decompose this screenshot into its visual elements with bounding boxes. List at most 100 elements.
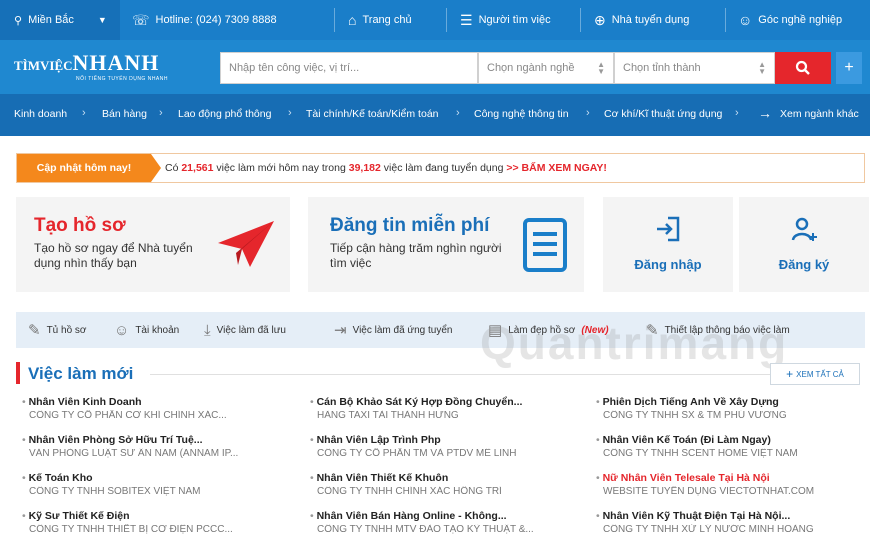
- nav-career-label: Góc nghề nghiệp: [758, 14, 843, 26]
- job-item[interactable]: Cán Bộ Khảo Sát Ký Hợp Đồng Chuyển... HÃ…: [310, 396, 580, 421]
- home-icon: ⌂: [348, 12, 357, 28]
- hotline-label: Hotline: (024) 7309 8888: [155, 14, 277, 26]
- advanced-search-button[interactable]: +: [836, 52, 862, 84]
- job-title[interactable]: Kế Toán Kho: [22, 472, 292, 484]
- hotline[interactable]: ☏ Hotline: (024) 7309 8888: [132, 0, 277, 40]
- create-cv-subtitle: Tạo hồ sơ ngay để Nhà tuyển dụng nhìn th…: [34, 241, 193, 270]
- post-job-card[interactable]: Đăng tin miễn phí Tiếp cận hàng trăm ngh…: [308, 197, 584, 292]
- category-item[interactable]: Công nghệ thông tin: [474, 108, 569, 120]
- category-item[interactable]: Cơ khí/Kĩ thuật ứng dụng: [604, 108, 722, 120]
- job-company: CÔNG TY CỔ PHẦN TM VÀ PTDV MÊ LINH: [317, 448, 517, 459]
- update-tag-label: Cập nhật hôm nay!: [36, 162, 132, 174]
- create-cv-card[interactable]: Tạo hồ sơ Tạo hồ sơ ngay để Nhà tuyển dụ…: [16, 197, 290, 292]
- job-title[interactable]: Phiên Dịch Tiếng Anh Về Xây Dựng: [596, 396, 866, 408]
- city-select[interactable]: Chọn tỉnh thành ▲ ▼: [614, 52, 775, 84]
- my-cv-link[interactable]: ✎ Tủ hồ sơ: [28, 312, 87, 348]
- industry-placeholder: Chọn ngành nghề: [487, 62, 575, 74]
- job-item[interactable]: Kế Toán Kho CÔNG TY TNHH SOBITEX VIỆT NA…: [22, 472, 292, 497]
- view-all-button[interactable]: + XEM TẤT CẢ: [770, 363, 860, 385]
- job-title[interactable]: Cán Bộ Khảo Sát Ký Hợp Đồng Chuyển...: [310, 396, 580, 408]
- chevron-right-icon: ›: [735, 107, 739, 119]
- nav-career[interactable]: ☺ Góc nghề nghiệp: [738, 0, 842, 40]
- saved-jobs-link[interactable]: ⤓ Việc làm đã lưu: [204, 312, 286, 348]
- job-company: HÃNG TAXI TÀI THÀNH HƯNG: [317, 410, 459, 421]
- region-label: Miền Bắc: [28, 14, 74, 26]
- job-item[interactable]: Nữ Nhân Viên Telesale Tại Hà Nội WEBSITE…: [596, 472, 866, 497]
- more-categories-link[interactable]: Xem ngành khác: [780, 108, 859, 120]
- applied-jobs-link[interactable]: ⇥ Việc làm đã ứng tuyển: [334, 312, 452, 348]
- job-company: CÔNG TY TNHH SOBITEX VIỆT NAM: [29, 486, 201, 497]
- section-divider: [150, 374, 790, 375]
- account-label: Tài khoản: [135, 324, 180, 336]
- category-item[interactable]: Lao động phổ thông: [178, 108, 271, 120]
- region-selector[interactable]: ⚲ Miền Bắc ▼: [0, 0, 120, 40]
- job-title[interactable]: Nhân Viên Thiết Kế Khuôn: [310, 472, 580, 484]
- plus-icon: +: [786, 367, 794, 381]
- saved-jobs-label: Việc làm đã lưu: [216, 324, 286, 336]
- job-item[interactable]: Kỹ Sư Thiết Kế Điện CÔNG TY TNHH THIẾT B…: [22, 510, 292, 535]
- job-company: CÔNG TY TNHH MTV ĐÀO TẠO KỸ THUẬT &...: [317, 524, 534, 535]
- add-user-icon: [739, 215, 869, 250]
- job-item[interactable]: Nhân Viên Bán Hàng Online - Không... CÔN…: [310, 510, 580, 535]
- view-all-label: XEM TẤT CẢ: [796, 369, 844, 379]
- document-icon: [523, 218, 567, 272]
- job-title[interactable]: Nhân Viên Lập Trình Php: [310, 434, 580, 446]
- keyword-input[interactable]: Nhập tên công việc, vị trí...: [220, 52, 478, 84]
- job-company: WEBSITE TUYỂN DỤNG VIECTOTNHAT.COM: [603, 486, 815, 497]
- job-title[interactable]: Nhân Viên Kỹ Thuật Điện Tại Hà Nội...: [596, 510, 866, 522]
- job-title[interactable]: Kỹ Sư Thiết Kế Điện: [22, 510, 292, 522]
- account-link[interactable]: ☺ Tài khoản: [114, 312, 179, 348]
- register-card[interactable]: Đăng ký: [739, 197, 869, 292]
- section-accent: [16, 362, 20, 384]
- job-title[interactable]: Nhân Viên Kế Toán (Đi Làm Ngay): [596, 434, 866, 446]
- nav-home-label: Trang chủ: [362, 14, 412, 26]
- logo-text-b: NHANH: [72, 50, 160, 75]
- chevron-right-icon: ›: [288, 107, 292, 119]
- update-text-part: việc làm đang tuyển dụng: [380, 162, 507, 174]
- search-person-icon: ⊕: [594, 11, 606, 28]
- category-item[interactable]: Kinh doanh: [14, 108, 67, 120]
- chevron-right-icon: ›: [456, 107, 460, 119]
- update-banner: Cập nhật hôm nay! Có 21,561 việc làm mới…: [16, 153, 865, 183]
- job-title[interactable]: Nữ Nhân Viên Telesale Tại Hà Nội: [596, 472, 866, 484]
- job-item[interactable]: Nhân Viên Kế Toán (Đi Làm Ngay) CÔNG TY …: [596, 434, 866, 459]
- post-job-subtitle: Tiếp cận hàng trăm nghìn người tìm việc: [330, 241, 502, 270]
- divider: [334, 8, 335, 32]
- job-item[interactable]: Nhân Viên Phòng Sở Hữu Trí Tuệ... VĂN PH…: [22, 434, 292, 459]
- plus-icon: +: [844, 59, 854, 76]
- job-item[interactable]: Phiên Dịch Tiếng Anh Về Xây Dựng CÔNG TY…: [596, 396, 866, 421]
- job-company: VĂN PHÒNG LUẬT SƯ ÂN NAM (ANNAM IP...: [29, 448, 239, 459]
- applied-jobs-label: Việc làm đã ứng tuyển: [352, 324, 453, 336]
- category-item[interactable]: Tài chính/Kế toán/Kiểm toán: [306, 108, 439, 120]
- job-item[interactable]: Nhân Viên Kỹ Thuật Điện Tại Hà Nội... CÔ…: [596, 510, 866, 535]
- select-arrows-icon: ▲ ▼: [597, 60, 605, 76]
- nav-employer[interactable]: ⊕ Nhà tuyển dụng: [594, 0, 689, 40]
- view-now-link[interactable]: >> BẤM XEM NGAY!: [506, 162, 607, 174]
- logo-tagline: NỐI TIẾNG TUYỂN DỤNG NHANH: [76, 76, 168, 82]
- job-company: CÔNG TY TNHH SX & TM PHÚ VƯƠNG: [603, 410, 787, 421]
- job-item[interactable]: Nhân Viên Lập Trình Php CÔNG TY CỔ PHẦN …: [310, 434, 580, 459]
- chevron-right-icon: ›: [159, 107, 163, 119]
- nav-jobseeker[interactable]: ☰ Người tìm việc: [460, 0, 551, 40]
- search-icon: [795, 60, 810, 75]
- total-jobs-count: 39,182: [348, 162, 381, 174]
- watermark: Quantrimang: [480, 317, 789, 369]
- register-label: Đăng ký: [778, 257, 830, 272]
- job-item[interactable]: Nhân Viên Thiết Kế Khuôn CÔNG TY TNHH CH…: [310, 472, 580, 497]
- post-job-title: Đăng tin miễn phí: [330, 215, 490, 236]
- city-placeholder: Chọn tỉnh thành: [623, 62, 701, 74]
- job-title[interactable]: Nhân Viên Kinh Doanh: [22, 396, 292, 408]
- search-button[interactable]: [775, 52, 831, 84]
- nav-employer-label: Nhà tuyển dụng: [611, 14, 690, 26]
- job-title[interactable]: Nhân Viên Phòng Sở Hữu Trí Tuệ...: [22, 434, 292, 446]
- site-logo[interactable]: TÌMVIỆCNHANH NỐI TIẾNG TUYỂN DỤNG NHANH: [14, 50, 214, 83]
- industry-select[interactable]: Chọn ngành nghề ▲ ▼: [478, 52, 614, 84]
- nav-home[interactable]: ⌂ Trang chủ: [348, 0, 412, 40]
- job-title[interactable]: Nhân Viên Bán Hàng Online - Không...: [310, 510, 580, 522]
- paper-plane-icon: [218, 221, 274, 267]
- category-item[interactable]: Bán hàng: [102, 108, 147, 120]
- job-item[interactable]: Nhân Viên Kinh Doanh CÔNG TY CỔ PHẦN CƠ …: [22, 396, 292, 421]
- update-text-part: việc làm mới hôm nay trong: [213, 162, 349, 174]
- divider: [446, 8, 447, 32]
- login-card[interactable]: Đăng nhập: [603, 197, 733, 292]
